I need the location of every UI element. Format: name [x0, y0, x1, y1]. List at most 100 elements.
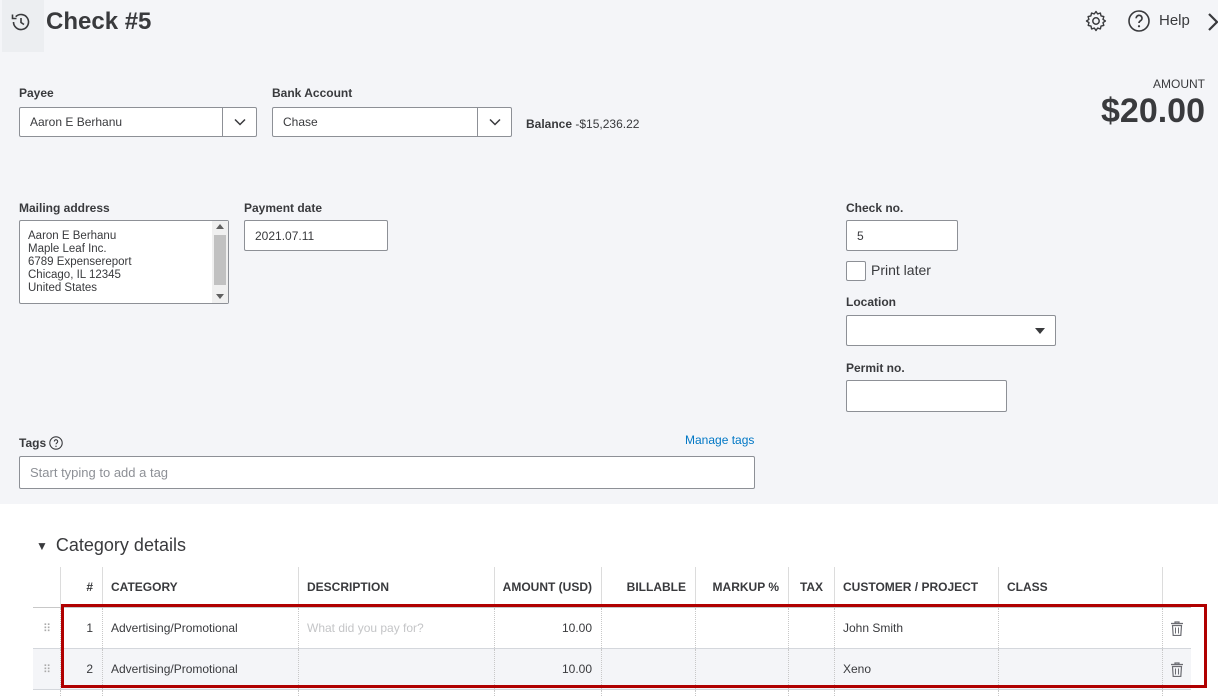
- address-line: Aaron E Berhanu: [28, 230, 117, 242]
- tags-placeholder: Start typing to add a tag: [30, 465, 169, 480]
- trash-icon: [1171, 661, 1183, 677]
- row-number: 2: [61, 649, 103, 689]
- col-header-customer: CUSTOMER / PROJECT: [835, 567, 999, 607]
- markup-cell[interactable]: [696, 608, 789, 648]
- caret-down-icon: [1035, 327, 1045, 334]
- customer-cell[interactable]: Xeno: [835, 649, 999, 689]
- col-header-category: CATEGORY: [103, 567, 299, 607]
- actions-column-header: [1163, 567, 1191, 607]
- location-select[interactable]: [846, 315, 1056, 346]
- markup-cell[interactable]: [696, 649, 789, 689]
- payee-label: Payee: [19, 86, 54, 100]
- permit-no-label: Permit no.: [846, 361, 905, 375]
- category-details-title: Category details: [55, 535, 186, 555]
- mailing-address-label: Mailing address: [19, 201, 110, 215]
- payment-date-input[interactable]: 2021.07.11: [244, 220, 388, 251]
- payee-select[interactable]: Aaron E Berhanu: [19, 107, 257, 137]
- mailing-address-textarea[interactable]: Aaron E Berhanu Maple Leaf Inc. 6789 Exp…: [19, 220, 229, 304]
- payment-date-label: Payment date: [244, 201, 323, 215]
- delete-row-button[interactable]: [1163, 649, 1191, 689]
- class-cell[interactable]: [999, 608, 1163, 648]
- amount-cell[interactable]: 10.00: [495, 608, 602, 648]
- tax-cell[interactable]: [789, 608, 835, 648]
- location-dropdown-button[interactable]: [1025, 316, 1055, 345]
- payee-dropdown-button[interactable]: [222, 108, 256, 136]
- col-header-class: CLASS: [999, 567, 1163, 607]
- category-cell[interactable]: Advertising/Promotional: [103, 649, 299, 689]
- col-header-number: #: [61, 567, 103, 607]
- help-icon[interactable]: [1127, 9, 1151, 33]
- chevron-down-icon: [233, 118, 246, 126]
- address-line: United States: [28, 282, 98, 294]
- collapse-triangle-icon: ▼: [36, 538, 48, 553]
- permit-no-input[interactable]: [846, 380, 1007, 412]
- manage-tags-link[interactable]: Manage tags: [685, 433, 754, 447]
- table-row[interactable]: ⠿ 1 Advertising/Promotional What did you…: [33, 608, 1191, 649]
- address-scrollbar[interactable]: [212, 221, 228, 303]
- delete-row-button[interactable]: [1163, 608, 1191, 648]
- amount-cell[interactable]: 10.00: [495, 649, 602, 689]
- balance-value: -$15,236.22: [575, 117, 640, 131]
- customer-cell[interactable]: John Smith: [835, 608, 999, 648]
- bank-balance: Balance -$15,236.22: [526, 117, 639, 131]
- address-line: Maple Leaf Inc.: [28, 243, 107, 255]
- tags-help-icon[interactable]: [49, 436, 63, 450]
- payment-date-value: 2021.07.11: [255, 228, 315, 243]
- mailing-address-text: Aaron E Berhanu Maple Leaf Inc. 6789 Exp…: [28, 230, 132, 295]
- check-no-value: 5: [857, 228, 864, 243]
- scroll-down-arrow-icon[interactable]: [216, 294, 224, 299]
- billable-cell[interactable]: [602, 608, 696, 648]
- tax-cell[interactable]: [789, 649, 835, 689]
- empty-cell: [999, 690, 1163, 697]
- amount-label: AMOUNT: [1153, 77, 1205, 91]
- col-header-tax: TAX: [789, 567, 835, 607]
- tags-label: Tags: [19, 436, 47, 450]
- category-details-toggle[interactable]: ▼ Category details: [36, 535, 186, 556]
- col-header-billable: BILLABLE: [602, 567, 696, 607]
- description-cell[interactable]: [299, 649, 495, 689]
- description-cell[interactable]: What did you pay for?: [299, 608, 495, 648]
- category-cell[interactable]: Advertising/Promotional: [103, 608, 299, 648]
- row-number: 1: [61, 608, 103, 648]
- gear-icon[interactable]: [1084, 9, 1108, 33]
- scroll-up-arrow-icon[interactable]: [216, 224, 224, 229]
- chevron-down-icon: [488, 118, 501, 126]
- recent-transactions-button[interactable]: [2, 0, 44, 52]
- class-cell[interactable]: [999, 649, 1163, 689]
- description-placeholder: What did you pay for?: [307, 621, 424, 635]
- tags-label-group: Tags: [19, 436, 63, 450]
- drag-handle-icon[interactable]: ⠿: [33, 608, 61, 648]
- payee-value: Aaron E Berhanu: [30, 115, 123, 129]
- billable-cell[interactable]: [602, 649, 696, 689]
- table-header-row: # CATEGORY DESCRIPTION AMOUNT (USD) BILL…: [33, 567, 1191, 608]
- address-line: Chicago, IL 12345: [28, 269, 121, 281]
- col-header-markup: MARKUP %: [696, 567, 789, 607]
- trash-icon: [1171, 620, 1183, 636]
- empty-cell: [103, 690, 299, 697]
- empty-cell: [61, 690, 103, 697]
- col-header-description: DESCRIPTION: [299, 567, 495, 607]
- empty-cell: [33, 690, 61, 697]
- table-row[interactable]: ⠿ 2 Advertising/Promotional 10.00 Xeno: [33, 649, 1191, 690]
- page-title: Check #5: [46, 8, 152, 35]
- close-panel-icon[interactable]: [1206, 12, 1218, 32]
- bank-account-value: Chase: [283, 115, 318, 129]
- check-no-label: Check no.: [846, 201, 904, 215]
- check-no-input[interactable]: 5: [846, 220, 958, 251]
- help-button[interactable]: Help: [1159, 12, 1190, 29]
- col-header-amount: AMOUNT (USD): [495, 567, 602, 607]
- bank-account-label: Bank Account: [272, 86, 353, 100]
- drag-handle-icon[interactable]: ⠿: [33, 649, 61, 689]
- print-later-label[interactable]: Print later: [871, 262, 931, 278]
- location-label: Location: [846, 295, 896, 309]
- empty-cell: [495, 690, 602, 697]
- bank-account-select[interactable]: Chase: [272, 107, 512, 137]
- bank-account-dropdown-button[interactable]: [477, 108, 511, 136]
- empty-cell: [835, 690, 999, 697]
- scrollbar-thumb[interactable]: [214, 235, 226, 285]
- empty-cell: [789, 690, 835, 697]
- empty-cell: [299, 690, 495, 697]
- print-later-checkbox[interactable]: [846, 261, 866, 281]
- history-icon: [11, 13, 30, 31]
- tags-input[interactable]: Start typing to add a tag: [19, 456, 755, 489]
